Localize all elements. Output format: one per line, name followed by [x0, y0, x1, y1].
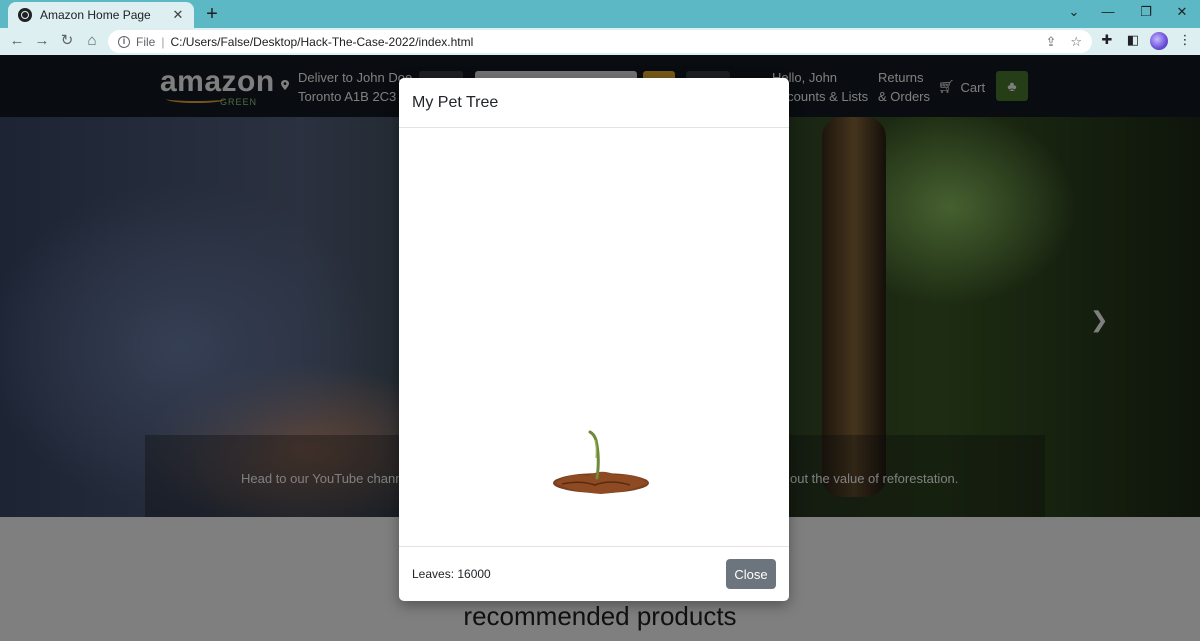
- sapling-image: [553, 430, 649, 494]
- window-close-button[interactable]: ✕: [1172, 4, 1192, 20]
- extensions-icon[interactable]: ✚: [1098, 32, 1116, 48]
- browser-tab[interactable]: Amazon Home Page ✕: [8, 2, 194, 28]
- share-icon[interactable]: ⇪: [1045, 34, 1056, 50]
- back-icon[interactable]: ←: [8, 31, 26, 51]
- globe-icon: [18, 8, 32, 22]
- modal-header: My Pet Tree: [399, 78, 789, 128]
- new-tab-button[interactable]: +: [202, 3, 222, 25]
- profile-avatar[interactable]: [1150, 32, 1168, 50]
- modal-footer: Leaves: 16000 Close: [399, 546, 789, 601]
- info-icon[interactable]: i: [118, 35, 130, 48]
- browser-tab-strip: Amazon Home Page ✕ + ⌄ — ❐ ✕: [0, 0, 1200, 28]
- home-icon[interactable]: ⌂: [83, 31, 101, 51]
- tab-title: Amazon Home Page: [40, 8, 151, 22]
- minimize-button[interactable]: —: [1098, 4, 1118, 19]
- menu-icon[interactable]: ⋮: [1176, 32, 1194, 48]
- leaves-count: Leaves: 16000: [412, 567, 491, 581]
- modal-body: [399, 128, 789, 546]
- modal-title: My Pet Tree: [412, 93, 499, 111]
- restore-button[interactable]: ❐: [1136, 4, 1156, 20]
- web-page: amazon GREEN Deliver to John Doe Toronto…: [0, 55, 1200, 641]
- address-bar[interactable]: i File | C:/Users/False/Desktop/Hack-The…: [108, 30, 1092, 53]
- pet-tree-modal: My Pet Tree Leaves: 16000 Close: [399, 78, 789, 601]
- reload-icon[interactable]: ↻: [58, 31, 76, 51]
- forward-icon[interactable]: →: [33, 31, 51, 51]
- star-icon[interactable]: ☆: [1070, 34, 1082, 50]
- url-text: C:/Users/False/Desktop/Hack-The-Case-202…: [170, 34, 474, 49]
- tab-close-icon[interactable]: ✕: [170, 7, 186, 23]
- url-separator: |: [161, 34, 165, 49]
- chevron-down-icon[interactable]: ⌄: [1064, 4, 1084, 20]
- browser-toolbar: ← → ↻ ⌂ i File | C:/Users/False/Desktop/…: [0, 28, 1200, 55]
- file-label: File: [136, 34, 156, 49]
- close-button[interactable]: Close: [726, 559, 776, 589]
- side-panel-icon[interactable]: ◧: [1124, 32, 1142, 48]
